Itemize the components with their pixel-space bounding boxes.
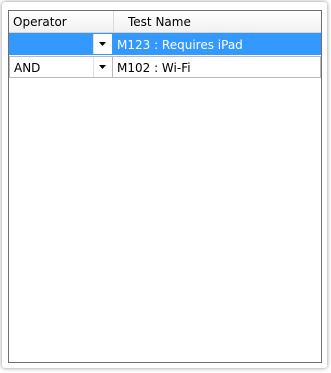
operator-dropdown-button[interactable] xyxy=(93,57,112,77)
operator-value: AND xyxy=(14,61,41,75)
chevron-down-icon xyxy=(99,65,106,69)
column-header-test-name[interactable]: Test Name xyxy=(114,11,321,32)
operator-cell[interactable]: AND xyxy=(9,56,113,78)
operator-dropdown-button[interactable] xyxy=(93,34,112,54)
grid-header: Operator Test Name xyxy=(9,11,321,33)
test-name-value: M102 : Wi-Fi xyxy=(117,61,191,75)
column-header-operator[interactable]: Operator xyxy=(9,11,114,32)
table-row[interactable]: M123 : Requires iPad xyxy=(9,33,321,55)
test-name-cell[interactable]: M102 : Wi-Fi xyxy=(113,56,321,78)
conditions-grid[interactable]: Operator Test Name M123 : Requires iPad … xyxy=(8,10,322,363)
chevron-down-icon xyxy=(99,42,106,46)
column-header-operator-label: Operator xyxy=(13,15,67,29)
column-header-test-name-label: Test Name xyxy=(128,15,191,29)
operator-cell[interactable] xyxy=(9,33,113,55)
test-name-cell[interactable]: M123 : Requires iPad xyxy=(113,33,321,55)
test-name-value: M123 : Requires iPad xyxy=(117,38,243,52)
table-row[interactable]: AND M102 : Wi-Fi xyxy=(9,56,321,78)
